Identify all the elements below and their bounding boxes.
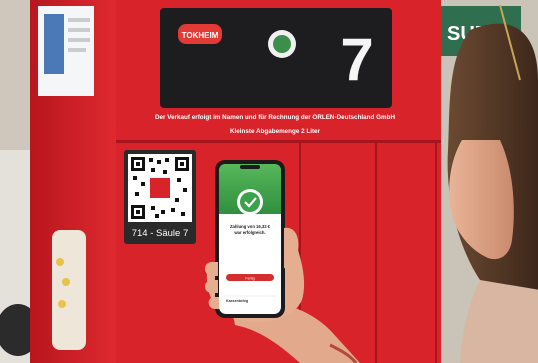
payment-message-line1: Zahlung von 16,32 € [230, 224, 271, 229]
photo-illustration: TOKHEIM 7 Der Verkauf erfolgt im Namen u… [0, 0, 538, 363]
brand-label: TOKHEIM [182, 31, 219, 40]
fuel-pump-photo: TOKHEIM 7 Der Verkauf erfolgt im Namen u… [0, 0, 538, 363]
phone-notch [240, 165, 260, 169]
pump-notice-line1: Der Verkauf erfolgt im Namen und für Rec… [155, 114, 395, 121]
fuel-nozzle [52, 230, 86, 350]
payment-message-line2: war erfolgreich. [233, 230, 265, 235]
qr-label: 714 - Säule 7 [132, 228, 189, 239]
finger [205, 280, 218, 293]
receipt-link[interactable]: Kassenbeleg [226, 299, 248, 303]
qr-logo [150, 178, 170, 198]
done-button-label: Fertig [245, 277, 254, 281]
pump-notice-line2: Kleinste Abgabemenge 2 Liter [230, 128, 321, 135]
pump-number: 7 [340, 26, 373, 93]
info-poster-stripe [44, 14, 64, 74]
